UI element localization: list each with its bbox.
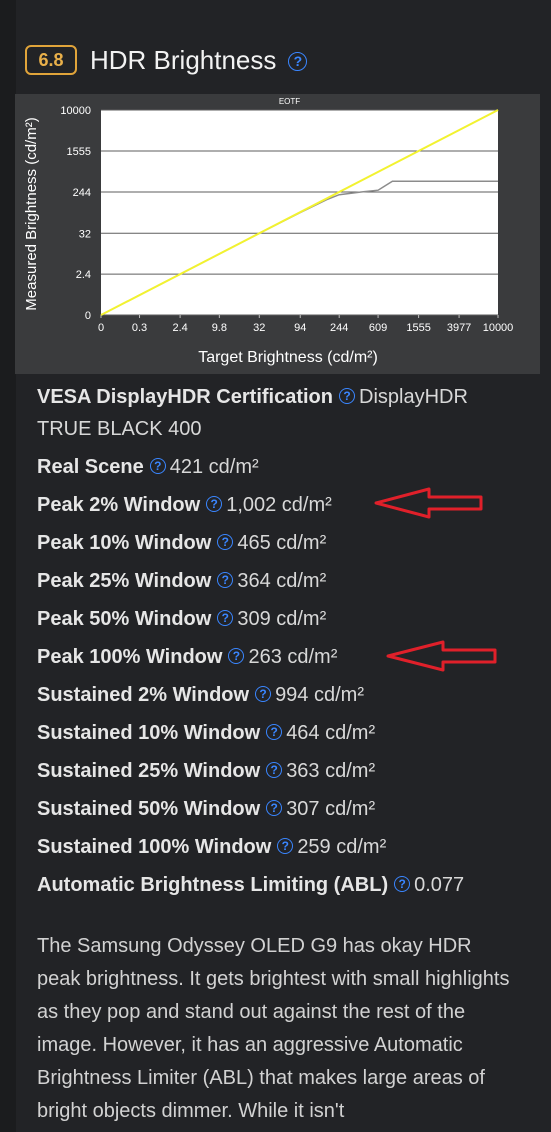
spec-label: Sustained 25% Window [37, 760, 261, 782]
spec-label: VESA DisplayHDR Certification [37, 386, 333, 408]
spec-row: Peak 10% Window? 465 cd/m² [37, 524, 527, 562]
x-tick-label: 244 [330, 322, 348, 334]
help-icon[interactable]: ? [217, 571, 234, 588]
spec-value: 465 cd/m² [237, 532, 327, 554]
y-tick-label: 32 [79, 228, 91, 240]
chart-title: EOTF [279, 97, 300, 106]
spec-row: Real Scene? 421 cd/m² [37, 448, 527, 486]
score-badge: 6.8 [25, 45, 77, 75]
help-icon[interactable]: ? [266, 723, 283, 740]
spec-value: 259 cd/m² [297, 836, 387, 858]
y-tick-label: 10000 [60, 105, 91, 117]
description-paragraph: The Samsung Odyssey OLED G9 has okay HDR… [37, 935, 510, 1122]
spec-value: 309 cd/m² [237, 608, 327, 630]
spec-value: 421 cd/m² [169, 456, 259, 478]
spec-value: 1,002 cd/m² [226, 494, 332, 516]
spec-label: Real Scene [37, 456, 144, 478]
spec-row: Peak 50% Window? 309 cd/m² [37, 600, 527, 638]
eotf-chart-svg: 0 2.4 32 244 1555 10000 0 0.3 2.4 9.8 32 94 244 609 15… [23, 97, 514, 366]
x-tick-label: 0.3 [132, 322, 147, 334]
spec-row: Peak 25% Window? 364 cd/m² [37, 562, 527, 600]
red-arrow-annotation [386, 640, 497, 672]
help-icon[interactable]: ? [266, 799, 283, 816]
x-tick-label: 32 [253, 322, 265, 334]
y-axis-label: Measured Brightness (cd/m²) [23, 117, 40, 310]
x-tick-label: 0 [98, 322, 104, 334]
help-icon[interactable]: ? [149, 457, 166, 474]
spec-row: Sustained 100% Window? 259 cd/m² [37, 828, 527, 866]
spec-label: Peak 50% Window [37, 608, 212, 630]
red-arrow-annotation [374, 487, 483, 519]
spec-row: Automatic Brightness Limiting (ABL)? 0.07… [37, 866, 527, 904]
x-tick-label: 1555 [406, 322, 430, 334]
help-icon[interactable]: ? [288, 51, 308, 71]
spec-value: 0.077 [414, 874, 465, 896]
spec-label: Automatic Brightness Limiting (ABL) [37, 874, 389, 896]
x-axis-label: Target Brightness (cd/m²) [198, 349, 378, 366]
help-icon[interactable]: ? [206, 495, 223, 512]
spec-row: VESA DisplayHDR Certification? DisplayHDR… [37, 378, 527, 448]
eotf-chart: 0 2.4 32 244 1555 10000 0 0.3 2.4 9.8 32 94 244 609 15… [15, 94, 540, 374]
y-tick-label: 2.4 [76, 269, 91, 281]
help-icon[interactable]: ? [394, 875, 411, 892]
spec-label: Peak 10% Window [37, 532, 212, 554]
x-tick-label: 9.8 [212, 322, 227, 334]
y-tick-label: 1555 [67, 146, 91, 158]
help-icon[interactable]: ? [255, 685, 272, 702]
help-icon[interactable]: ? [277, 837, 294, 854]
help-icon[interactable]: ? [217, 533, 234, 550]
help-icon[interactable]: ? [266, 761, 283, 778]
spec-label: Peak 2% Window [37, 494, 201, 516]
spec-value: 364 cd/m² [237, 570, 327, 592]
spec-label: Peak 25% Window [37, 570, 212, 592]
y-tick-label: 0 [85, 310, 91, 322]
spec-value: 307 cd/m² [286, 798, 376, 820]
y-tick-label: 244 [73, 187, 91, 199]
spec-label: Peak 100% Window [37, 646, 223, 668]
section-title: HDR Brightness [90, 44, 277, 75]
x-tick-label: 2.4 [172, 322, 187, 334]
spec-row: Sustained 50% Window? 307 cd/m² [37, 790, 527, 828]
spec-row: Sustained 10% Window? 464 cd/m² [37, 714, 527, 752]
spec-row: Sustained 25% Window? 363 cd/m² [37, 752, 527, 790]
x-tick-label: 3977 [447, 322, 471, 334]
help-icon[interactable]: ? [339, 387, 355, 404]
help-icon[interactable]: ? [217, 609, 234, 626]
spec-label: Sustained 100% Window [37, 836, 272, 858]
x-tick-label: 10000 [483, 322, 514, 334]
spec-value: 263 cd/m² [248, 646, 338, 668]
section-header: 6.8 HDR Brightness ? [25, 42, 311, 78]
spec-value: 363 cd/m² [286, 760, 376, 782]
help-icon[interactable]: ? [228, 647, 245, 664]
spec-label: Sustained 10% Window [37, 722, 261, 744]
spec-value: 994 cd/m² [275, 684, 364, 706]
spec-value: 464 cd/m² [286, 722, 376, 744]
x-tick-label: 609 [369, 322, 387, 334]
x-tick-label: 94 [294, 322, 306, 334]
spec-row: Sustained 2% Window? 994 cd/m² [37, 676, 527, 714]
spec-label: Sustained 50% Window [37, 798, 261, 820]
spec-label: Sustained 2% Window [37, 684, 250, 706]
